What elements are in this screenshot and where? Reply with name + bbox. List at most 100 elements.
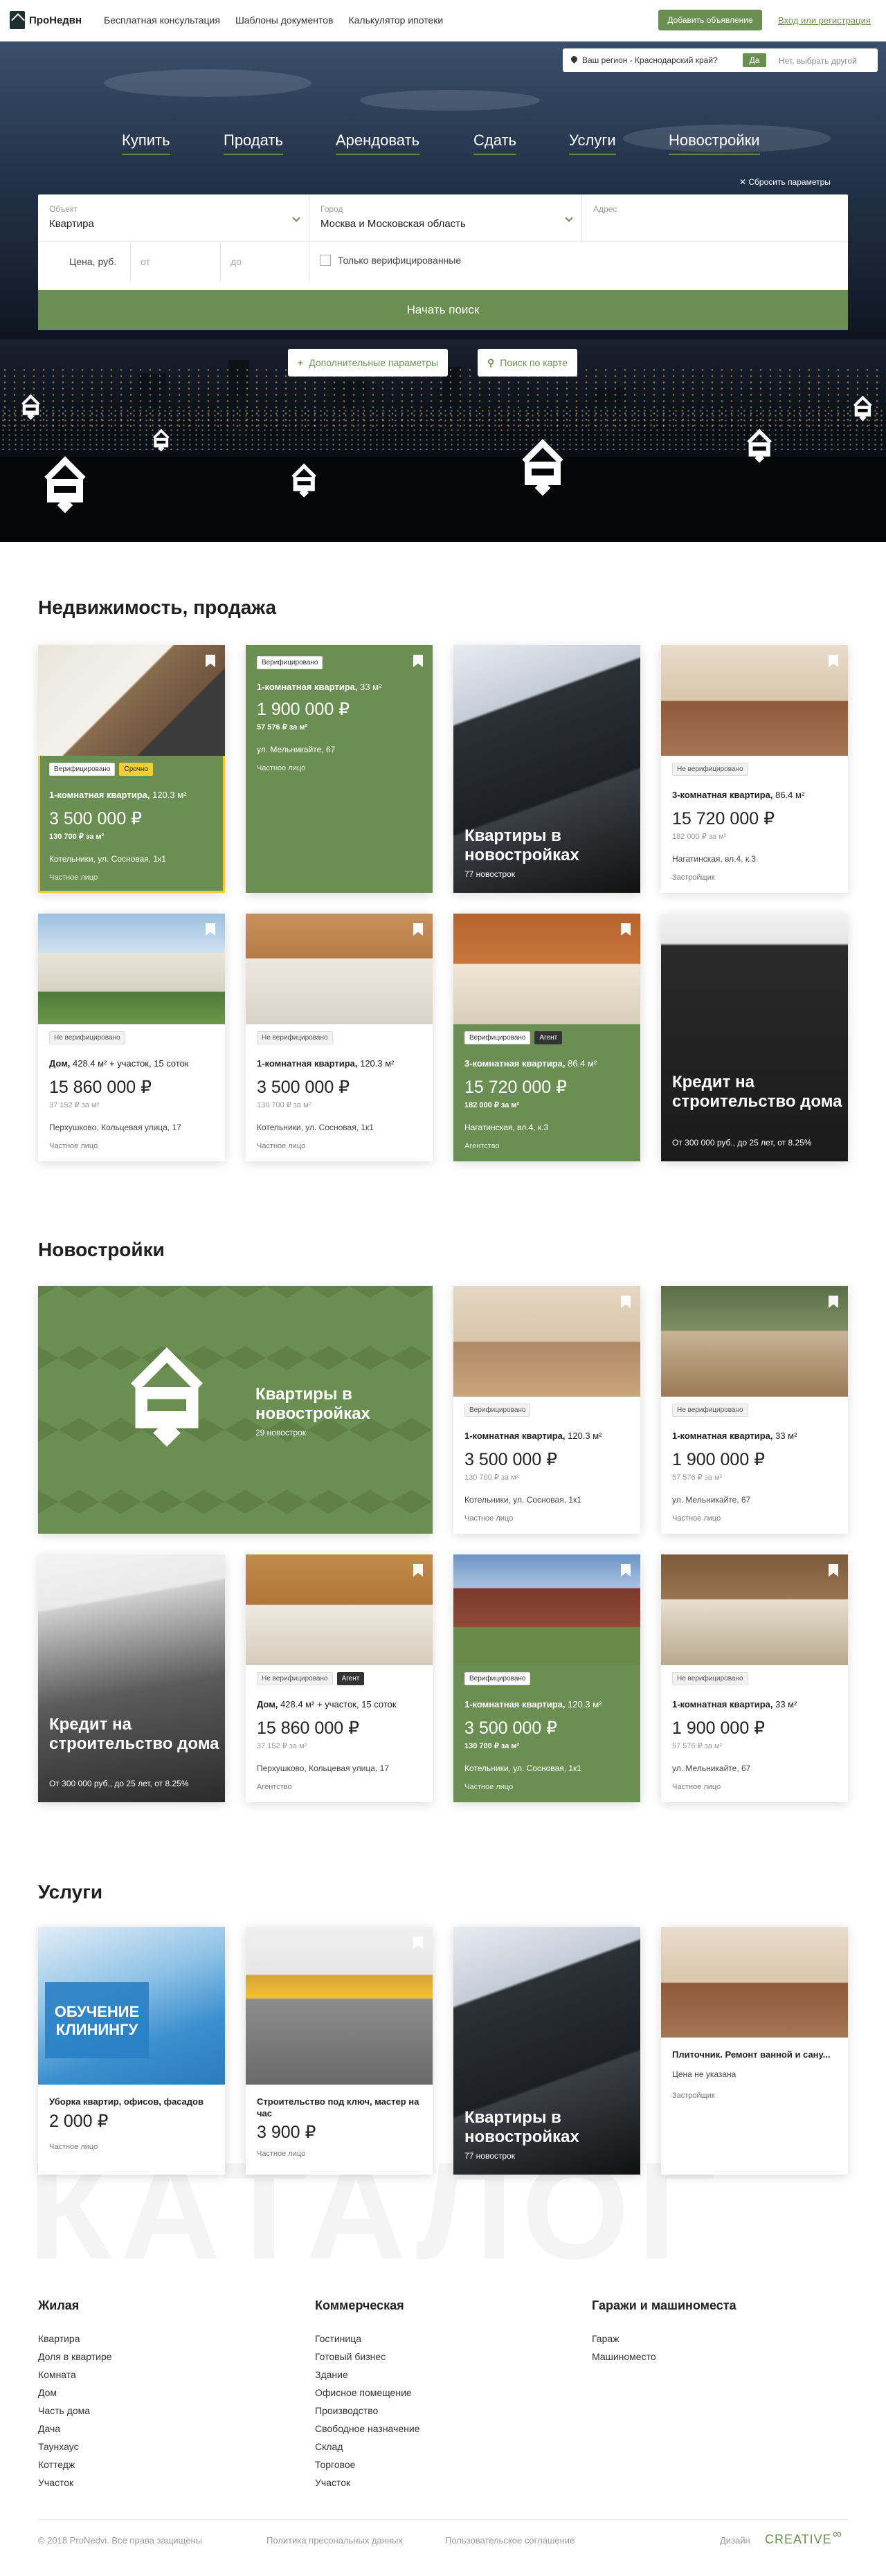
promo-card-credit[interactable]: Кредит на строительство дома От 300 000 …	[661, 914, 848, 1161]
footer-link[interactable]: Коттедж	[38, 2456, 112, 2474]
footer-link[interactable]: Часть дома	[38, 2402, 112, 2420]
logo[interactable]: ПроНедвн	[10, 11, 82, 29]
listing-card[interactable]: Не верифицировано 3-комнатная квартира, …	[661, 645, 848, 893]
promo-card-new-buildings[interactable]: Квартиры в новостройках 77 новострок	[453, 1927, 640, 2175]
main-nav-services[interactable]: Услуги	[569, 131, 616, 155]
footer-link[interactable]: Производство	[315, 2402, 419, 2420]
footer-link[interactable]: Гараж	[592, 2330, 736, 2348]
main-nav-let[interactable]: Сдать	[473, 131, 517, 155]
nav-templates[interactable]: Шаблоны документов	[235, 15, 334, 26]
start-search-button[interactable]: Начать поиск	[38, 290, 848, 330]
footer-link[interactable]: Здание	[315, 2366, 419, 2384]
footer-link[interactable]: Участок	[38, 2474, 112, 2492]
listing-card[interactable]: Верифицировано Срочно 1-комнатная квартир…	[38, 645, 225, 893]
plus-icon: +	[298, 357, 304, 368]
listing-address: Котельники, ул. Сосновая, 1к1	[464, 1763, 581, 1773]
promo-title: Квартиры в новостройках	[255, 1385, 370, 1423]
reset-params-link[interactable]: ✕ Сбросить параметры	[739, 177, 831, 187]
promo-title: Кредит на строительство дома	[672, 1073, 842, 1111]
footer-link[interactable]: Дом	[38, 2384, 112, 2402]
terms-link[interactable]: Пользовательское соглашение	[445, 2535, 575, 2546]
main-nav-buy[interactable]: Купить	[122, 131, 170, 155]
listing-card[interactable]: Не верифицировано 1-комнатная квартира, …	[246, 914, 433, 1161]
close-icon: ✕	[739, 177, 749, 187]
bookmark-icon[interactable]	[413, 655, 423, 667]
price-from-input[interactable]: от	[130, 242, 220, 281]
listing-address: Нагатинская, вл.4, к.3	[464, 1123, 549, 1132]
region-choose-other-link[interactable]: Нет, выбрать другой	[779, 56, 857, 66]
listing-photo	[453, 1286, 640, 1397]
listing-card[interactable]: Верифицировано Агент 3-комнатная квартира…	[453, 914, 640, 1161]
footer-link[interactable]: Дача	[38, 2420, 112, 2438]
seller-type: Частное лицо	[464, 1514, 514, 1523]
listing-area: 120.3 м²	[357, 1058, 395, 1069]
promo-card-credit[interactable]: Кредит на строительство дома От 300 000 …	[38, 1554, 225, 1802]
verified-badge: Верифицировано	[257, 656, 323, 669]
listing-address: Котельники, ул. Сосновая, 1к1	[464, 1495, 581, 1505]
service-card[interactable]: Плиточник. Ремонт ванной и сану... Цена …	[661, 1927, 848, 2175]
seller-type: Частное лицо	[257, 764, 306, 772]
not-verified-badge: Не верифицировано	[49, 1031, 125, 1044]
footer-link[interactable]: Доля в квартире	[38, 2348, 112, 2366]
footer-link[interactable]: Комната	[38, 2366, 112, 2384]
map-search-button[interactable]: ⚲ Поиск по карте	[478, 349, 577, 377]
listing-price: 1 900 000 ₽	[257, 700, 350, 719]
service-card[interactable]: Строительство под ключ, мастер на час 3 …	[246, 1927, 433, 2175]
nav-mortgage-calculator[interactable]: Калькулятор ипотеки	[348, 15, 443, 26]
city-select[interactable]: Город Москва и Московская область	[309, 194, 582, 242]
footer-link[interactable]: Торговое	[315, 2456, 419, 2474]
footer-link[interactable]: Готовый бизнес	[315, 2348, 419, 2366]
footer-link[interactable]: Квартира	[38, 2330, 112, 2348]
listing-card[interactable]: Верифицировано 1-комнатная квартира, 33 …	[246, 645, 433, 893]
nav-consultation[interactable]: Бесплатная консультация	[104, 15, 220, 26]
creative-logo-link[interactable]: CREATIVE	[765, 2532, 832, 2547]
seller-type: Частное лицо	[49, 873, 98, 882]
listing-card[interactable]: Не верифицировано 1-комнатная квартира, …	[661, 1554, 848, 1802]
main-nav-sell[interactable]: Продать	[224, 131, 283, 155]
address-input[interactable]: Адрес	[582, 194, 848, 242]
listing-card[interactable]: Верифицировано 1-комнатная квартира, 120…	[453, 1286, 640, 1534]
promo-subtitle: 29 новострок	[255, 1428, 306, 1437]
add-listing-button[interactable]: Добавить объявление	[658, 10, 762, 30]
region-confirm-button[interactable]: Да	[743, 53, 766, 67]
footer-link[interactable]: Машиноместо	[592, 2348, 736, 2366]
seller-type: Агентство	[257, 1783, 292, 1791]
seller-type: Частное лицо	[672, 1514, 721, 1523]
verified-badge: Верифицировано	[49, 763, 116, 776]
service-card[interactable]: ОБУЧЕНИЕ КЛИНИНГУ Уборка квартир, офисов…	[38, 1927, 225, 2175]
price-to-input[interactable]: до	[220, 242, 309, 281]
footer-link[interactable]: Офисное помещение	[315, 2384, 419, 2402]
promo-card-new-buildings[interactable]: Квартиры в новостройках 77 новострок	[453, 645, 640, 893]
map-pin-icon: ⚲	[487, 356, 495, 368]
promo-subtitle: От 300 000 руб., до 25 лет, от 8.25%	[672, 1138, 812, 1148]
login-link[interactable]: Вход или регистрация	[778, 15, 871, 26]
footer-link[interactable]: Гостиница	[315, 2330, 419, 2348]
main-nav-rent[interactable]: Арендовать	[336, 131, 420, 155]
privacy-policy-link[interactable]: Политика пресональных данных	[266, 2535, 403, 2546]
listing-photo	[246, 914, 433, 1024]
seller-type: Застройщик	[672, 873, 715, 882]
listing-card[interactable]: Не верифицировано 1-комнатная квартира, …	[661, 1286, 848, 1534]
listing-card[interactable]: Верифицировано 1-комнатная квартира, 120…	[453, 1554, 640, 1802]
listing-card[interactable]: Не верифицировано Агент Дом, 428.4 м² + у…	[246, 1554, 433, 1802]
city-label: Город	[320, 204, 343, 214]
price-per-meter: 57 576 ₽ за м²	[257, 723, 308, 732]
object-select[interactable]: Объект Квартира	[38, 194, 309, 242]
promo-card-new-buildings[interactable]: Квартиры в новостройках 29 новострок	[38, 1286, 433, 1534]
checkbox-box[interactable]	[320, 255, 331, 266]
listing-type: 3-комнатная квартира,	[464, 1058, 566, 1069]
footer-link[interactable]: Таунхаус	[38, 2438, 112, 2456]
main-nav-new-buildings[interactable]: Новостройки	[669, 131, 760, 155]
footer-link[interactable]: Участок	[315, 2474, 419, 2492]
more-params-button[interactable]: + Дополнительные параметры	[288, 349, 449, 377]
price-from-placeholder: от	[141, 256, 150, 267]
listing-type: 1-комнатная квартира,	[257, 682, 358, 692]
listing-photo	[661, 1554, 848, 1665]
listing-card[interactable]: Не верифицировано Дом, 428.4 м² + участо…	[38, 914, 225, 1161]
service-title: Плиточник. Ремонт ванной и сану...	[672, 2049, 831, 2060]
price-per-meter: 182 000 ₽ за м²	[672, 833, 727, 841]
listing-area: 86.4 м²	[772, 790, 805, 800]
verified-only-checkbox[interactable]: Только верифицированные	[320, 255, 461, 266]
footer-link[interactable]: Свободное назначение	[315, 2420, 419, 2438]
footer-link[interactable]: Склад	[315, 2438, 419, 2456]
